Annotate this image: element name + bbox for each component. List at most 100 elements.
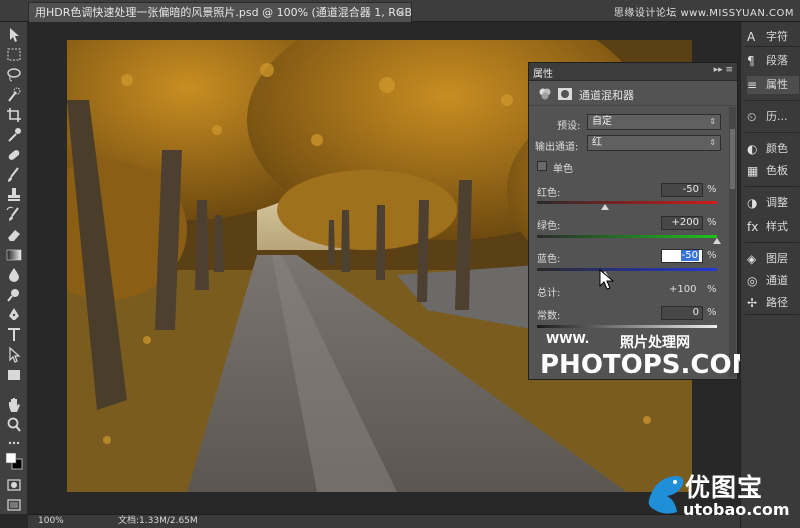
document-tab-bar: 用HDR色调快速处理一张偏暗的风景照片.psd @ 100% (通道混合器 1,…: [0, 0, 800, 22]
properties-panel-header: 属性 ▸▸ ≡: [529, 63, 737, 81]
paragraph-icon: ¶: [747, 54, 755, 68]
logo-url: utobao.com: [683, 500, 790, 519]
marquee-tool-icon[interactable]: [4, 46, 24, 64]
history-brush-tool-icon[interactable]: [4, 206, 24, 224]
blue-slider-track[interactable]: [537, 268, 717, 271]
zoom-level[interactable]: 100%: [38, 515, 64, 528]
pen-tool-icon[interactable]: [4, 306, 24, 324]
red-slider-track[interactable]: [537, 201, 717, 204]
dock-item-label: 通道: [766, 274, 788, 287]
layers-icon: ◈: [747, 252, 757, 266]
status-bar: 100% 文档:1.33M/2.65M: [28, 514, 740, 528]
photops-watermark: PHOTOPS.COM: [540, 350, 758, 380]
monochrome-label: 单色: [553, 164, 573, 175]
red-slider-thumb[interactable]: [600, 204, 609, 210]
hand-tool-icon[interactable]: [4, 396, 24, 414]
dock-item-history[interactable]: ⏲ 历...: [747, 108, 799, 126]
dock-separator: [745, 100, 799, 101]
dock-item-label: 颜色: [766, 142, 788, 155]
dock-separator: [745, 314, 799, 315]
eyedropper-tool-icon[interactable]: [4, 126, 24, 144]
dodge-tool-icon[interactable]: [4, 286, 24, 304]
gradient-tool-icon[interactable]: [4, 246, 24, 264]
select-arrows-icon: ⇕: [709, 117, 716, 126]
paths-icon: ✢: [747, 296, 758, 310]
scrollbar-thumb[interactable]: [730, 129, 735, 189]
output-channel-label: 输出通道:: [535, 142, 579, 153]
dock-item-adjustments[interactable]: ◑ 调整: [747, 194, 799, 212]
quick-selection-tool-icon[interactable]: [4, 86, 24, 104]
document-tab-title: 用HDR色调快速处理一张偏暗的风景照片.psd @ 100% (通道混合器 1,…: [35, 6, 412, 19]
swatches-icon: ▦: [747, 164, 759, 178]
dock-separator: [745, 132, 799, 133]
green-percent: %: [707, 217, 717, 228]
monochrome-checkbox[interactable]: [537, 161, 547, 171]
dock-item-label: 段落: [766, 54, 788, 67]
dock-item-channels[interactable]: ◎ 通道: [747, 272, 799, 290]
move-tool-icon[interactable]: [4, 26, 24, 44]
screen-mode-icon[interactable]: [4, 496, 24, 514]
green-slider-track[interactable]: [537, 235, 717, 238]
dock-item-label: 路径: [766, 296, 788, 309]
styles-icon: fx: [747, 220, 759, 234]
color-swatches-icon[interactable]: [4, 450, 24, 472]
total-percent: %: [707, 284, 717, 295]
document-tab[interactable]: 用HDR色调快速处理一张偏暗的风景照片.psd @ 100% (通道混合器 1,…: [28, 2, 412, 22]
green-value-field[interactable]: +200: [661, 216, 703, 230]
dock-item-paths[interactable]: ✢ 路径: [747, 294, 799, 312]
tools-panel: [0, 22, 28, 514]
utobao-logo: 优图宝 utobao.com: [645, 466, 800, 528]
quick-mask-icon[interactable]: [4, 476, 24, 494]
constant-label: 常数:: [537, 311, 561, 322]
red-value-field[interactable]: -50: [661, 183, 703, 197]
panel-menu-icon[interactable]: ▸▸ ≡: [714, 65, 733, 75]
history-icon: ⏲: [747, 110, 757, 124]
dock-separator: [745, 186, 799, 187]
dock-item-label: 样式: [766, 220, 788, 233]
mouse-cursor-icon: [599, 269, 615, 290]
dock-item-label: 色板: [766, 164, 788, 177]
lasso-tool-icon[interactable]: [4, 66, 24, 84]
bird-logo-icon: [648, 476, 684, 514]
color-icon: ◐: [747, 142, 758, 156]
adjustments-icon: ◑: [747, 196, 758, 210]
dock-item-label: 属性: [766, 78, 788, 91]
close-icon[interactable]: ×: [396, 3, 405, 22]
crop-tool-icon[interactable]: [4, 106, 24, 124]
constant-value-field[interactable]: 0: [661, 306, 703, 320]
dock-item-character[interactable]: A 字符: [747, 28, 799, 46]
brush-tool-icon[interactable]: [4, 166, 24, 184]
rectangle-tool-icon[interactable]: [4, 366, 24, 384]
dock-item-color[interactable]: ◐ 颜色: [747, 140, 799, 158]
blue-value-field[interactable]: -50: [661, 249, 703, 263]
dock-separator: [745, 242, 799, 243]
blur-tool-icon[interactable]: [4, 266, 24, 284]
type-tool-icon[interactable]: [4, 326, 24, 344]
layer-mask-icon[interactable]: [557, 86, 573, 102]
photops-www-watermark: WWW.: [546, 332, 590, 346]
eraser-tool-icon[interactable]: [4, 226, 24, 244]
dock-item-styles[interactable]: fx 样式: [747, 218, 799, 236]
panel-scrollbar[interactable]: [729, 107, 736, 377]
constant-slider-track[interactable]: [537, 325, 717, 328]
blue-percent: %: [707, 250, 717, 261]
dock-item-layers[interactable]: ◈ 图层: [747, 250, 799, 268]
dock-item-label: 字符: [766, 30, 788, 43]
dock-item-paragraph[interactable]: ¶ 段落: [747, 52, 799, 70]
properties-tab[interactable]: 属性: [533, 65, 553, 80]
path-selection-tool-icon[interactable]: [4, 346, 24, 364]
healing-brush-tool-icon[interactable]: [4, 146, 24, 164]
adjustment-title: 通道混和器: [579, 89, 634, 102]
document-size[interactable]: 文档:1.33M/2.65M: [118, 515, 198, 528]
dock-item-swatches[interactable]: ▦ 色板: [747, 162, 799, 180]
constant-percent: %: [707, 307, 717, 318]
channel-mixer-icon[interactable]: [537, 86, 553, 102]
zoom-tool-icon[interactable]: [4, 416, 24, 434]
green-slider-thumb[interactable]: [713, 238, 721, 244]
output-channel-select[interactable]: 红 ⇕: [587, 135, 721, 151]
clone-stamp-tool-icon[interactable]: [4, 186, 24, 204]
dock-separator: [745, 46, 799, 47]
dock-item-properties[interactable]: ≡ 属性: [747, 76, 799, 94]
preset-select[interactable]: 自定 ⇕: [587, 114, 721, 130]
blue-label: 蓝色:: [537, 254, 561, 265]
